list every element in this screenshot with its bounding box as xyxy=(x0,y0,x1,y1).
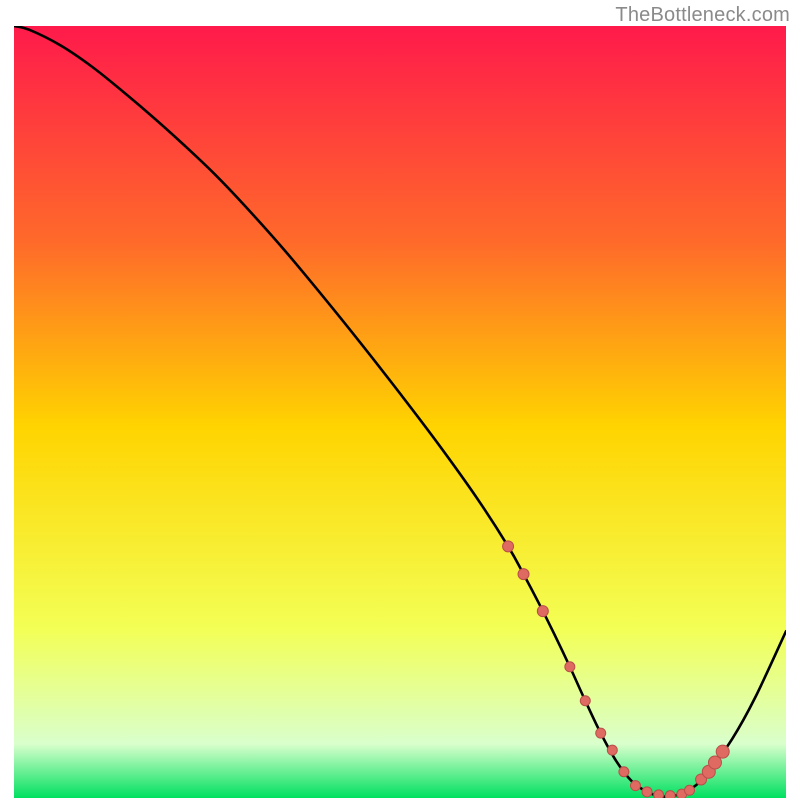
data-dot xyxy=(580,696,590,706)
data-dot xyxy=(685,785,695,795)
data-dot xyxy=(642,787,652,797)
data-dot xyxy=(503,541,514,552)
data-dot xyxy=(619,767,629,777)
data-dot xyxy=(537,606,548,617)
gradient-background xyxy=(14,26,786,798)
data-dot xyxy=(518,569,529,580)
data-dot xyxy=(716,745,729,758)
chart-container: TheBottleneck.com xyxy=(0,0,800,800)
data-dot xyxy=(654,790,664,798)
data-dot xyxy=(708,756,721,769)
data-dot xyxy=(630,781,640,791)
data-dot xyxy=(607,745,617,755)
data-dot xyxy=(596,728,606,738)
data-dot xyxy=(665,791,675,798)
plot-area xyxy=(14,26,786,798)
attribution-text: TheBottleneck.com xyxy=(615,4,790,27)
data-dot xyxy=(565,662,575,672)
chart-svg xyxy=(14,26,786,798)
